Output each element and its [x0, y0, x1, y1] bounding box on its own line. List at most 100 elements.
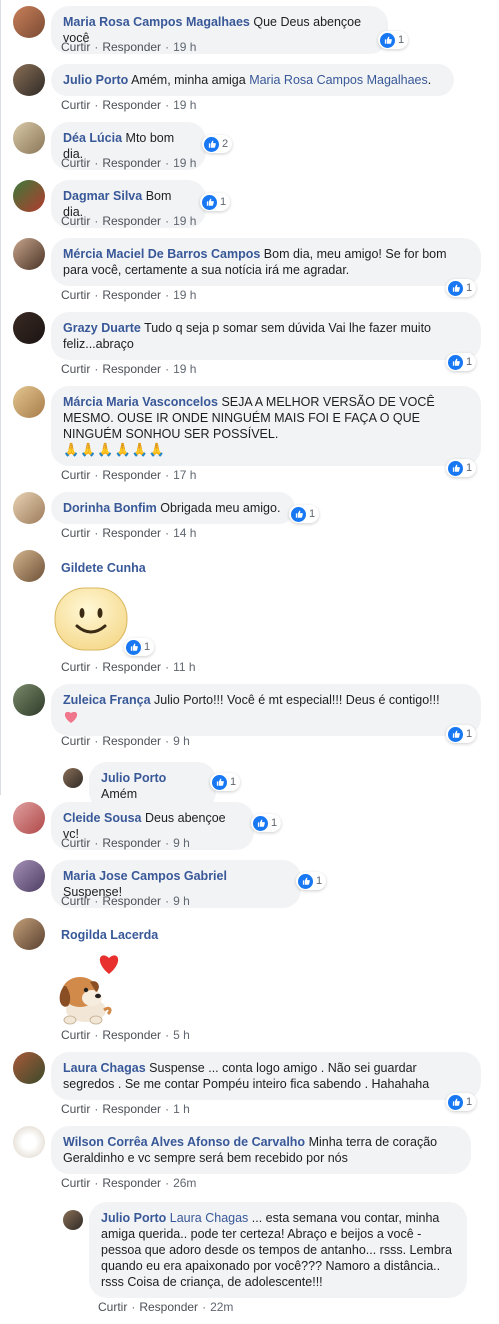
- like-link[interactable]: Curtir: [61, 214, 90, 228]
- comment-time[interactable]: 14 h: [173, 526, 196, 540]
- comment-author[interactable]: Julio Porto: [63, 73, 128, 87]
- like-link[interactable]: Curtir: [98, 1300, 127, 1314]
- avatar[interactable]: [63, 1210, 83, 1230]
- like-link[interactable]: Curtir: [61, 1028, 90, 1042]
- reply-link[interactable]: Responder: [102, 1028, 161, 1042]
- comment-author[interactable]: Mércia Maciel De Barros Campos: [63, 247, 260, 261]
- reply-link[interactable]: Responder: [102, 156, 161, 170]
- like-link[interactable]: Curtir: [61, 526, 90, 540]
- reaction-count[interactable]: 1: [446, 725, 477, 743]
- reply-link[interactable]: Responder: [102, 1176, 161, 1190]
- avatar[interactable]: [13, 1052, 45, 1084]
- reply-link[interactable]: Responder: [102, 468, 161, 482]
- like-link[interactable]: Curtir: [61, 660, 90, 674]
- comment-time[interactable]: 19 h: [173, 98, 196, 112]
- reply-link[interactable]: Responder: [102, 526, 161, 540]
- reply-link[interactable]: Responder: [102, 894, 161, 908]
- reaction-count[interactable]: 1: [446, 279, 477, 297]
- reaction-count[interactable]: 1: [296, 872, 327, 890]
- comment-time[interactable]: 19 h: [173, 40, 196, 54]
- comment-time[interactable]: 19 h: [173, 156, 196, 170]
- comment-time[interactable]: 5 h: [173, 1028, 190, 1042]
- like-link[interactable]: Curtir: [61, 40, 90, 54]
- comment-author[interactable]: Dagmar Silva: [63, 189, 142, 203]
- comment-author[interactable]: Laura Chagas: [63, 1061, 146, 1075]
- comment-author[interactable]: Gildete Cunha: [61, 561, 146, 575]
- avatar[interactable]: [13, 684, 45, 716]
- reply-link[interactable]: Responder: [102, 98, 161, 112]
- like-link[interactable]: Curtir: [61, 98, 90, 112]
- comment-author[interactable]: Cleide Sousa: [63, 811, 142, 825]
- comment-author[interactable]: Wilson Corrêa Alves Afonso de Carvalho: [63, 1135, 305, 1149]
- comment-author[interactable]: Grazy Duarte: [63, 321, 141, 335]
- comment-author[interactable]: Dorinha Bonfim: [63, 501, 157, 515]
- like-link[interactable]: Curtir: [61, 1176, 90, 1190]
- comment-actions: Curtir · Responder · 14 h: [61, 526, 197, 540]
- comment-time[interactable]: 19 h: [173, 362, 196, 376]
- comment-author[interactable]: Julio Porto: [101, 1211, 166, 1225]
- avatar[interactable]: [13, 238, 45, 270]
- reaction-count[interactable]: 1: [378, 31, 409, 49]
- reply-link[interactable]: Responder: [102, 362, 161, 376]
- reply-link[interactable]: Responder: [102, 1102, 161, 1116]
- comment-time[interactable]: 9 h: [173, 836, 190, 850]
- comment-mention[interactable]: Laura Chagas: [170, 1211, 249, 1225]
- reply-link[interactable]: Responder: [102, 214, 161, 228]
- avatar[interactable]: [13, 386, 45, 418]
- comment-time[interactable]: 22m: [210, 1300, 233, 1314]
- reply-link[interactable]: Responder: [139, 1300, 198, 1314]
- avatar[interactable]: [13, 180, 45, 212]
- comment-time[interactable]: 1 h: [173, 1102, 190, 1116]
- avatar[interactable]: [13, 6, 45, 38]
- reaction-count[interactable]: 1: [446, 459, 477, 477]
- comment-author[interactable]: Déa Lúcia: [63, 131, 122, 145]
- comment-actions: Curtir · Responder · 1 h: [61, 1102, 190, 1116]
- comment-time[interactable]: 19 h: [173, 214, 196, 228]
- like-link[interactable]: Curtir: [61, 836, 90, 850]
- comment-author[interactable]: Maria Rosa Campos Magalhaes: [63, 15, 250, 29]
- comment-mention[interactable]: Maria Rosa Campos Magalhaes: [249, 73, 428, 87]
- like-link[interactable]: Curtir: [61, 362, 90, 376]
- reply-link[interactable]: Responder: [102, 40, 161, 54]
- reaction-count[interactable]: 1: [251, 814, 282, 832]
- reply-link[interactable]: Responder: [102, 734, 161, 748]
- comment-time[interactable]: 9 h: [173, 734, 190, 748]
- comment-author[interactable]: Maria Jose Campos Gabriel: [63, 869, 227, 883]
- avatar[interactable]: [13, 802, 45, 834]
- reply-link[interactable]: Responder: [102, 836, 161, 850]
- avatar[interactable]: [13, 122, 45, 154]
- avatar[interactable]: [13, 860, 45, 892]
- avatar[interactable]: [13, 64, 45, 96]
- like-link[interactable]: Curtir: [61, 468, 90, 482]
- comment-author[interactable]: Julio Porto: [101, 771, 166, 785]
- avatar[interactable]: [13, 550, 45, 582]
- reaction-count[interactable]: 1: [210, 773, 241, 791]
- like-reaction-icon: [298, 873, 313, 889]
- reaction-count[interactable]: 1: [124, 638, 155, 656]
- reaction-count[interactable]: 2: [202, 135, 233, 153]
- like-link[interactable]: Curtir: [61, 1102, 90, 1116]
- avatar[interactable]: [13, 492, 45, 524]
- reaction-count[interactable]: 1: [446, 353, 477, 371]
- comment-time[interactable]: 9 h: [173, 894, 190, 908]
- avatar[interactable]: [13, 918, 45, 950]
- reaction-count[interactable]: 1: [446, 1093, 477, 1111]
- comment-time[interactable]: 19 h: [173, 288, 196, 302]
- like-link[interactable]: Curtir: [61, 894, 90, 908]
- comment-author[interactable]: Márcia Maria Vasconcelos: [63, 395, 218, 409]
- reply-link[interactable]: Responder: [102, 288, 161, 302]
- reply-link[interactable]: Responder: [102, 660, 161, 674]
- comment-time[interactable]: 26m: [173, 1176, 196, 1190]
- avatar[interactable]: [13, 312, 45, 344]
- avatar[interactable]: [63, 768, 83, 788]
- like-link[interactable]: Curtir: [61, 288, 90, 302]
- comment-author[interactable]: Rogilda Lacerda: [61, 928, 158, 942]
- comment-author[interactable]: Zuleica França: [63, 693, 151, 707]
- reaction-count[interactable]: 1: [200, 193, 231, 211]
- avatar[interactable]: [13, 1126, 45, 1158]
- comment-time[interactable]: 17 h: [173, 468, 196, 482]
- like-link[interactable]: Curtir: [61, 734, 90, 748]
- comment-time[interactable]: 11 h: [173, 660, 195, 674]
- reaction-count[interactable]: 1: [289, 505, 320, 523]
- like-link[interactable]: Curtir: [61, 156, 90, 170]
